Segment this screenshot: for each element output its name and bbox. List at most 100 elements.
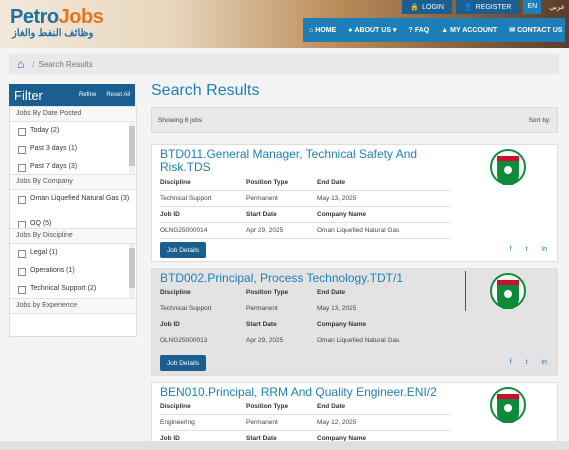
- nav-faq[interactable]: ? FAQ: [403, 27, 436, 34]
- position-type-label: Position Type: [246, 289, 289, 296]
- job-id-label: Job ID: [160, 321, 180, 328]
- filter-header: Filter Refine Reset All: [9, 84, 135, 106]
- job-id-value: OLNG25000013: [160, 337, 208, 344]
- filter-option[interactable]: Today (2): [10, 122, 136, 140]
- checkbox[interactable]: [18, 250, 26, 258]
- refine-button[interactable]: Refine: [74, 92, 101, 98]
- discipline-label: Discipline: [160, 403, 191, 410]
- filter-option[interactable]: Operations (1): [10, 262, 136, 280]
- job-id-value: OLNG25000014: [160, 227, 208, 234]
- breadcrumb-current: Search Results: [38, 59, 93, 69]
- linkedin-icon[interactable]: in: [542, 246, 547, 253]
- job-card: BEN010.Principal, RRM And Quality Engine…: [151, 382, 558, 447]
- end-date-label: End Date: [317, 403, 346, 410]
- top-actions: 🔒 LOGIN 👤 REGISTER EN عربي: [402, 0, 569, 14]
- filter-section-date: Jobs By Date Posted: [10, 106, 136, 122]
- filter-option[interactable]: Oman Liquefied Natural Gas (3): [10, 190, 136, 215]
- facebook-icon[interactable]: f: [510, 359, 512, 366]
- question-icon: ?: [408, 26, 413, 34]
- company-name-label: Company Name: [317, 321, 367, 328]
- results-toolbar: Showing 8 jobs Sort by:: [151, 107, 558, 133]
- filter-title: Filter: [14, 87, 43, 103]
- register-button[interactable]: 👤 REGISTER: [455, 0, 520, 14]
- job-details-button[interactable]: Job Details: [160, 242, 206, 258]
- caret-down-icon: ▾: [393, 27, 397, 34]
- discipline-value: Engineering: [160, 419, 195, 426]
- checkbox[interactable]: [18, 268, 26, 276]
- checkbox[interactable]: [18, 164, 26, 172]
- job-title-link[interactable]: BEN010.Principal, RRM And Quality Engine…: [160, 386, 460, 399]
- site-header: PetroJobs وظائف النفط والغاز 🔒 LOGIN 👤 REG…: [0, 0, 569, 48]
- reset-all-button[interactable]: Reset All: [101, 92, 135, 98]
- date-options: Today (2) Past 3 days (1) Past 7 days (3…: [10, 122, 136, 174]
- nav-about[interactable]: ● ABOUT US ▾: [342, 26, 402, 35]
- company-name-label: Company Name: [317, 211, 367, 218]
- filter-section-company: Jobs By Company: [10, 174, 136, 190]
- job-card: BTD002.Principal, Process Technology.TDT…: [151, 268, 558, 376]
- company-value: Oman Liquefied Natural Gas: [317, 337, 400, 344]
- start-date-value: Apr 29, 2025: [246, 337, 284, 344]
- user-icon: ▲: [441, 26, 449, 34]
- lang-ar-button[interactable]: عربي: [545, 0, 569, 14]
- twitter-icon[interactable]: t: [526, 359, 528, 366]
- company-value: Oman Liquefied Natural Gas: [317, 227, 400, 234]
- lang-en-button[interactable]: EN: [523, 0, 542, 14]
- job-id-label: Job ID: [160, 211, 180, 218]
- scrollbar[interactable]: [129, 122, 135, 174]
- page-title: Search Results: [151, 82, 260, 99]
- filter-option[interactable]: Past 3 days (1): [10, 140, 136, 158]
- logo-arabic-text: وظائف النفط والغاز: [12, 28, 94, 39]
- position-type-label: Position Type: [246, 179, 289, 186]
- job-details-button[interactable]: Job Details: [160, 355, 206, 371]
- user-icon: 👤: [463, 4, 473, 11]
- twitter-icon[interactable]: t: [526, 246, 528, 253]
- facebook-icon[interactable]: f: [510, 246, 512, 253]
- filter-option[interactable]: Technical Support (2): [10, 280, 136, 298]
- checkbox[interactable]: [18, 146, 26, 154]
- horizontal-scrollbar[interactable]: [0, 441, 569, 450]
- filter-option[interactable]: Legal (1): [10, 244, 136, 262]
- breadcrumb: ⌂ / Search Results: [9, 54, 559, 74]
- start-date-value: Apr 29, 2025: [246, 227, 284, 234]
- main-nav: ⌂ HOME ● ABOUT US ▾ ? FAQ ▲ MY ACCOUNT ✉ CONTA…: [303, 18, 565, 42]
- start-date-label: Start Date: [246, 321, 277, 328]
- position-type-label: Position Type: [246, 403, 289, 410]
- nav-contact[interactable]: ✉ CONTACT US: [503, 26, 568, 35]
- checkbox[interactable]: [18, 196, 26, 204]
- discipline-label: Discipline: [160, 179, 191, 186]
- job-details-grid: Discipline Position Type End Date Technica…: [160, 175, 450, 239]
- discipline-label: Discipline: [160, 289, 191, 296]
- end-date-value: May 13, 2025: [317, 195, 357, 202]
- home-icon: ⌂: [309, 26, 314, 34]
- site-logo[interactable]: PetroJobs وظائف النفط والغاز: [10, 6, 104, 42]
- company-logo-icon: [490, 149, 526, 185]
- share-links: f t in: [510, 246, 547, 253]
- checkbox[interactable]: [18, 221, 26, 228]
- company-logo-icon: [490, 387, 526, 423]
- job-title-link[interactable]: BTD011.General Manager, Technical Safety…: [160, 148, 420, 174]
- discipline-value: Technical Support: [160, 195, 212, 202]
- nav-home[interactable]: ⌂ HOME: [303, 27, 342, 34]
- filter-option[interactable]: OQ (5): [10, 215, 136, 228]
- filter-option[interactable]: Past 7 days (3): [10, 158, 136, 174]
- logo-wordmark: PetroJobs: [10, 6, 104, 28]
- share-links: f t in: [510, 359, 547, 366]
- checkbox[interactable]: [18, 286, 26, 294]
- scrollbar[interactable]: [129, 244, 135, 298]
- end-date-value: May 13, 2025: [317, 305, 357, 312]
- nav-my-account[interactable]: ▲ MY ACCOUNT: [435, 27, 503, 34]
- discipline-value: Technical Support: [160, 305, 212, 312]
- home-icon[interactable]: ⌂: [17, 57, 24, 71]
- job-title-link[interactable]: BTD002.Principal, Process Technology.TDT…: [160, 272, 460, 285]
- end-date-label: End Date: [317, 289, 346, 296]
- login-button[interactable]: 🔒 LOGIN: [402, 0, 452, 14]
- position-type-value: Permanent: [246, 195, 278, 202]
- job-card: BTD011.General Manager, Technical Safety…: [151, 144, 558, 262]
- sort-by-label[interactable]: Sort by:: [529, 117, 551, 124]
- discipline-options: Legal (1) Operations (1) Technical Suppo…: [10, 244, 136, 298]
- position-type-value: Permanent: [246, 419, 278, 426]
- checkbox[interactable]: [18, 128, 26, 136]
- filter-sidebar: Jobs By Date Posted Today (2) Past 3 day…: [9, 106, 137, 337]
- end-date-label: End Date: [317, 179, 346, 186]
- linkedin-icon[interactable]: in: [542, 359, 547, 366]
